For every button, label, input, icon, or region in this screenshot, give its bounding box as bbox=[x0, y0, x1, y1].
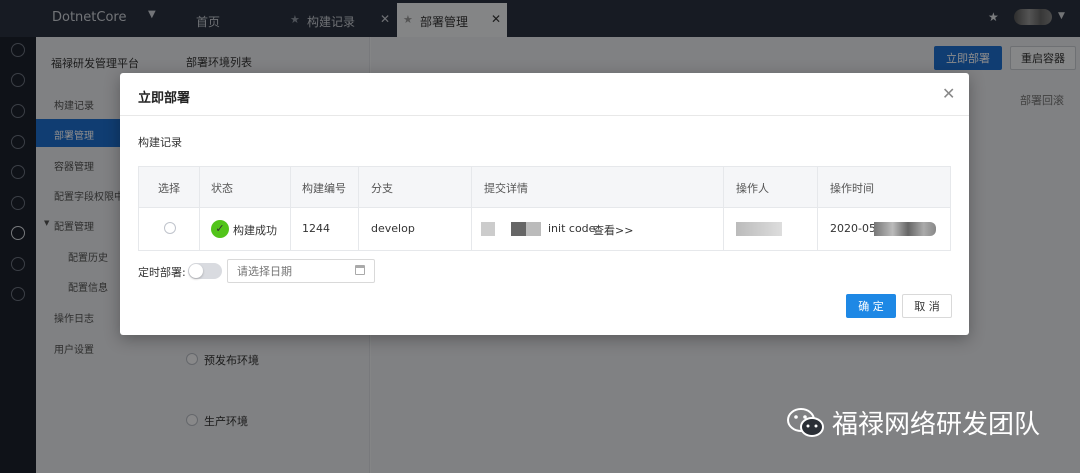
column-label: 状态 bbox=[211, 182, 233, 195]
build-number-cell: 1244 bbox=[291, 208, 359, 250]
redacted-block bbox=[511, 222, 541, 236]
column-header: 选择 bbox=[139, 167, 200, 208]
check-circle-icon: ✓ bbox=[211, 220, 229, 238]
build-number: 1244 bbox=[302, 222, 330, 235]
deploy-now-dialog: 立即部署 ✕ 构建记录 选择 状态 构建编号 分支 提交详情 操作人 操作时间 … bbox=[120, 73, 969, 335]
table-header: 选择 状态 构建编号 分支 提交详情 操作人 操作时间 bbox=[139, 167, 950, 208]
commit-detail-cell: init code 查看>> bbox=[472, 208, 724, 250]
toggle-knob bbox=[189, 264, 203, 278]
redacted-block bbox=[481, 222, 495, 236]
branch-name: develop bbox=[371, 222, 415, 235]
wechat-logo-icon bbox=[787, 408, 824, 437]
column-label: 分支 bbox=[371, 182, 393, 195]
status-cell: ✓ 构建成功 bbox=[200, 208, 291, 250]
calendar-icon[interactable] bbox=[355, 265, 365, 275]
column-label: 操作人 bbox=[736, 182, 769, 195]
row-select-radio[interactable] bbox=[164, 222, 176, 234]
column-header: 操作人 bbox=[724, 167, 818, 208]
cancel-button[interactable]: 取 消 bbox=[902, 294, 952, 318]
close-icon[interactable]: ✕ bbox=[942, 84, 955, 103]
branch-cell: develop bbox=[359, 208, 472, 250]
dialog-title: 立即部署 bbox=[138, 91, 191, 106]
column-header: 状态 bbox=[200, 167, 291, 208]
select-cell bbox=[139, 208, 200, 250]
date-picker-input[interactable] bbox=[227, 259, 375, 283]
view-commit-link[interactable]: 查看>> bbox=[593, 222, 633, 238]
column-header: 分支 bbox=[359, 167, 472, 208]
build-records-table: 选择 状态 构建编号 分支 提交详情 操作人 操作时间 ✓ 构建成功 1244 … bbox=[138, 166, 951, 251]
column-label: 提交详情 bbox=[484, 182, 528, 195]
section-title: 构建记录 bbox=[138, 136, 182, 149]
commit-message: init code bbox=[548, 222, 596, 235]
operator-cell bbox=[724, 208, 818, 250]
scheduled-deploy-toggle[interactable] bbox=[188, 263, 222, 279]
watermark-text: 福禄网络研发团队 bbox=[832, 410, 1041, 440]
redacted-block bbox=[874, 222, 936, 236]
scheduled-deploy-label: 定时部署: bbox=[138, 266, 186, 279]
column-header: 操作时间 bbox=[818, 167, 950, 208]
confirm-button[interactable]: 确 定 bbox=[846, 294, 896, 318]
table-row[interactable]: ✓ 构建成功 1244 develop init code 查看>> 2020-… bbox=[139, 208, 950, 250]
status-text: 构建成功 bbox=[233, 224, 277, 237]
column-label: 选择 bbox=[158, 182, 180, 195]
column-header: 构建编号 bbox=[291, 167, 359, 208]
column-label: 操作时间 bbox=[830, 182, 874, 195]
operation-time-cell: 2020-05 bbox=[818, 208, 950, 250]
operation-time: 2020-05 bbox=[830, 222, 876, 235]
column-label: 构建编号 bbox=[302, 182, 346, 195]
divider bbox=[120, 115, 969, 116]
column-header: 提交详情 bbox=[472, 167, 724, 208]
redacted-block bbox=[736, 222, 782, 236]
